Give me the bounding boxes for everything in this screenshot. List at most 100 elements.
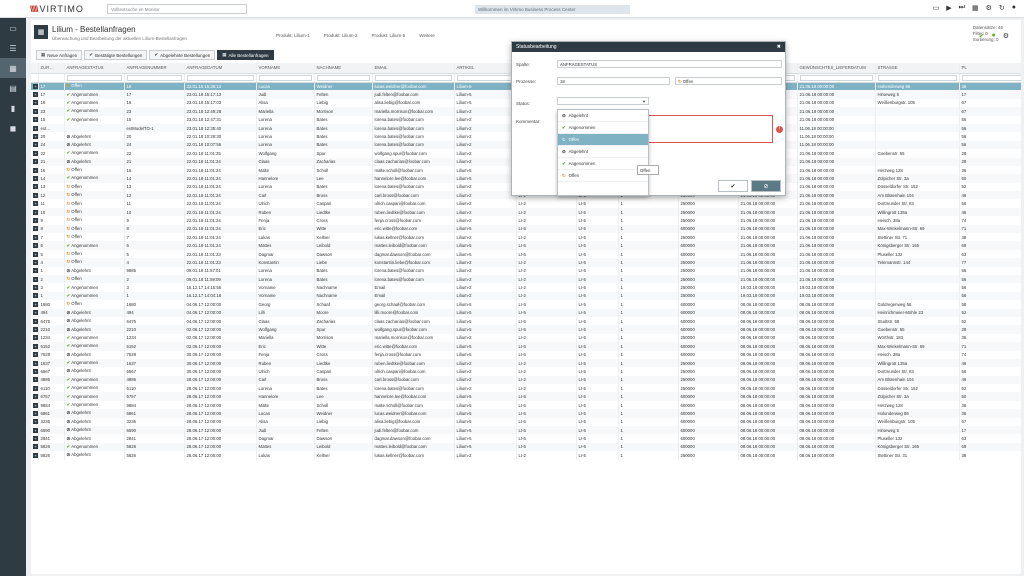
table-row[interactable]: +7 ↻ Offen 7 22.01.18 11:01:24 Lukas Kellner l…: [31, 233, 1021, 242]
expand-icon[interactable]: +: [33, 159, 37, 165]
expand-cell[interactable]: +: [31, 157, 39, 166]
filter-input[interactable]: [374, 74, 452, 81]
expand-icon[interactable]: +: [33, 134, 37, 140]
expand-icon[interactable]: +: [33, 436, 37, 442]
expand-cell[interactable]: +: [31, 417, 39, 427]
column-filter[interactable]: [38, 73, 65, 83]
expand-icon[interactable]: +: [33, 352, 37, 358]
expand-icon[interactable]: +: [33, 217, 37, 223]
expand-cell[interactable]: +: [31, 233, 39, 242]
expand-cell[interactable]: +: [31, 90, 39, 99]
filter-input[interactable]: [186, 74, 254, 81]
dropdown-option[interactable]: ✔ Angenommen: [558, 122, 648, 134]
expand-icon[interactable]: +: [33, 117, 37, 123]
table-row[interactable]: +2 ↻ Offen 2 09.01.18 11:59:09 Lorena Bates lo…: [31, 274, 1021, 284]
expand-cell[interactable]: +: [31, 149, 39, 158]
expand-cell[interactable]: +: [31, 165, 39, 175]
filter-input[interactable]: [316, 74, 370, 81]
product-link[interactable]: Produkt: Lilium-2: [324, 33, 358, 38]
sidebar-monitor-icon[interactable]: ▭: [0, 18, 26, 38]
expand-cell[interactable]: +: [31, 241, 39, 250]
expand-icon[interactable]: +: [33, 410, 37, 416]
expand-icon[interactable]: +: [33, 318, 37, 324]
expand-icon[interactable]: +: [33, 427, 37, 433]
expand-icon[interactable]: +: [33, 452, 37, 458]
column-filter[interactable]: [184, 73, 257, 83]
status-select[interactable]: ▾: [557, 97, 649, 105]
expand-cell[interactable]: +: [31, 300, 39, 309]
column-header[interactable]: EMAIL: [372, 63, 455, 74]
expand-cell[interactable]: +: [31, 283, 39, 292]
sidebar-chat-icon[interactable]: ◼: [0, 118, 26, 138]
dropdown-option[interactable]: ↻ Offen: [558, 134, 648, 146]
expand-icon[interactable]: +: [33, 201, 37, 207]
expand-icon[interactable]: +: [33, 310, 37, 316]
expand-cell[interactable]: +: [31, 451, 39, 460]
expand-icon[interactable]: +: [33, 368, 37, 374]
expand-cell[interactable]: +: [31, 132, 39, 141]
expand-icon[interactable]: +: [33, 276, 37, 282]
expand-icon[interactable]: +: [33, 301, 37, 307]
table-row[interactable]: +1680 ↻ Offen 1680 04.06.17 12:00:00 Georg Sc…: [31, 300, 1021, 309]
expand-cell[interactable]: +: [31, 182, 39, 192]
table-row[interactable]: +7528 ⊘ Abgelehnt 7528 30.06.17 12:00:00 Fen…: [31, 350, 1021, 359]
expand-icon[interactable]: +: [33, 234, 37, 240]
check-icon[interactable]: ✔: [979, 32, 985, 40]
expand-icon[interactable]: +: [33, 293, 37, 299]
table-row[interactable]: +9884 ✔ Angenommen 9884 28.06.17 12:00:00 Ma…: [31, 400, 1021, 410]
close-icon[interactable]: ✖: [777, 44, 781, 50]
cancel-button[interactable]: ⊘: [751, 180, 781, 192]
product-link[interactable]: Produkt: Lilium-5: [372, 33, 406, 38]
column-header[interactable]: STRASSE: [875, 63, 960, 74]
expand-icon[interactable]: +: [33, 184, 37, 190]
column-filter[interactable]: [875, 73, 960, 83]
expand-cell[interactable]: +: [31, 350, 39, 359]
expand-cell[interactable]: +: [31, 308, 39, 317]
expand-icon[interactable]: +: [33, 402, 37, 408]
expand-icon[interactable]: +: [33, 360, 37, 366]
expand-cell[interactable]: +: [31, 199, 39, 208]
filter-input[interactable]: [258, 74, 312, 81]
expand-cell[interactable]: +: [31, 224, 39, 234]
table-row[interactable]: +6110 ✔ Angenommen 6110 28.06.17 12:00:00 Lo…: [31, 384, 1021, 393]
table-row[interactable]: +8 ↻ Offen 8 22.01.18 11:01:24 Eric Witte eric…: [31, 224, 1021, 234]
expand-icon[interactable]: +: [33, 125, 37, 131]
expand-cell[interactable]: +: [31, 274, 39, 284]
filter-input[interactable]: [961, 74, 1021, 81]
expand-icon[interactable]: +: [33, 192, 37, 198]
column-header[interactable]: ANFRAGENUMMER: [124, 63, 185, 74]
column-header[interactable]: VORNAME: [256, 63, 315, 74]
expand-cell[interactable]: +: [31, 98, 39, 108]
expand-icon[interactable]: +: [33, 259, 37, 265]
column-filter[interactable]: [64, 73, 125, 83]
column-header[interactable]: ANFRAGESTATUS: [64, 63, 125, 74]
filter-input[interactable]: [126, 74, 182, 81]
table-row[interactable]: +11 ↻ Offen 11 22.01.18 11:01:24 Ulrich Caspa…: [31, 199, 1021, 208]
table-row[interactable]: +6 ✔ Angenommen 6 22.01.18 11:01:24 Mattes Le…: [31, 241, 1021, 250]
product-link[interactable]: Produkt: Lilium-1: [276, 33, 310, 38]
column-filter[interactable]: [314, 73, 373, 83]
expand-icon[interactable]: +: [33, 419, 37, 425]
column-header[interactable]: GEWÜNSCHTES_LIEFERDATUM: [797, 63, 876, 74]
play-icon[interactable]: ▶: [946, 4, 951, 12]
sidebar-grid-icon[interactable]: ▤: [0, 78, 26, 98]
table-row[interactable]: +6152 ✔ Angenommen 6152 02.06.17 12:00:00 Er…: [31, 342, 1021, 351]
expand-cell[interactable]: +: [31, 258, 39, 267]
table-row[interactable]: +6567 ⊘ Abgelehnt 6567 30.06.17 12:00:00 Ulr…: [31, 367, 1021, 376]
column-filter[interactable]: [31, 73, 39, 83]
column-header[interactable]: PL: [959, 63, 1021, 74]
table-row[interactable]: +1637 ✔ Angenommen 1637 30.06.17 12:00:00 Ru…: [31, 358, 1021, 368]
expand-cell[interactable]: +: [31, 325, 39, 334]
expand-cell[interactable]: +: [31, 426, 39, 435]
product-link[interactable]: Weitere: [419, 33, 434, 38]
table-row[interactable]: +6757 ✔ Angenommen 6757 28.06.17 12:00:00 Ha…: [31, 392, 1021, 401]
filter-input[interactable]: [456, 74, 514, 81]
expand-cell[interactable]: +: [31, 140, 39, 150]
dropdown-option[interactable]: ↻ Offen: [558, 170, 648, 182]
filter-input[interactable]: [66, 74, 122, 81]
confirm-button[interactable]: ✔: [718, 180, 748, 192]
prozesse-field[interactable]: 18: [557, 77, 670, 85]
table-row[interactable]: +494 ⊘ Abgelehnt 494 04.06.17 12:00:00 Lilli…: [31, 308, 1021, 317]
expand-cell[interactable]: +: [31, 400, 39, 410]
tab-rejected[interactable]: ✔ Abgelehnte Bestellungen: [149, 50, 216, 60]
